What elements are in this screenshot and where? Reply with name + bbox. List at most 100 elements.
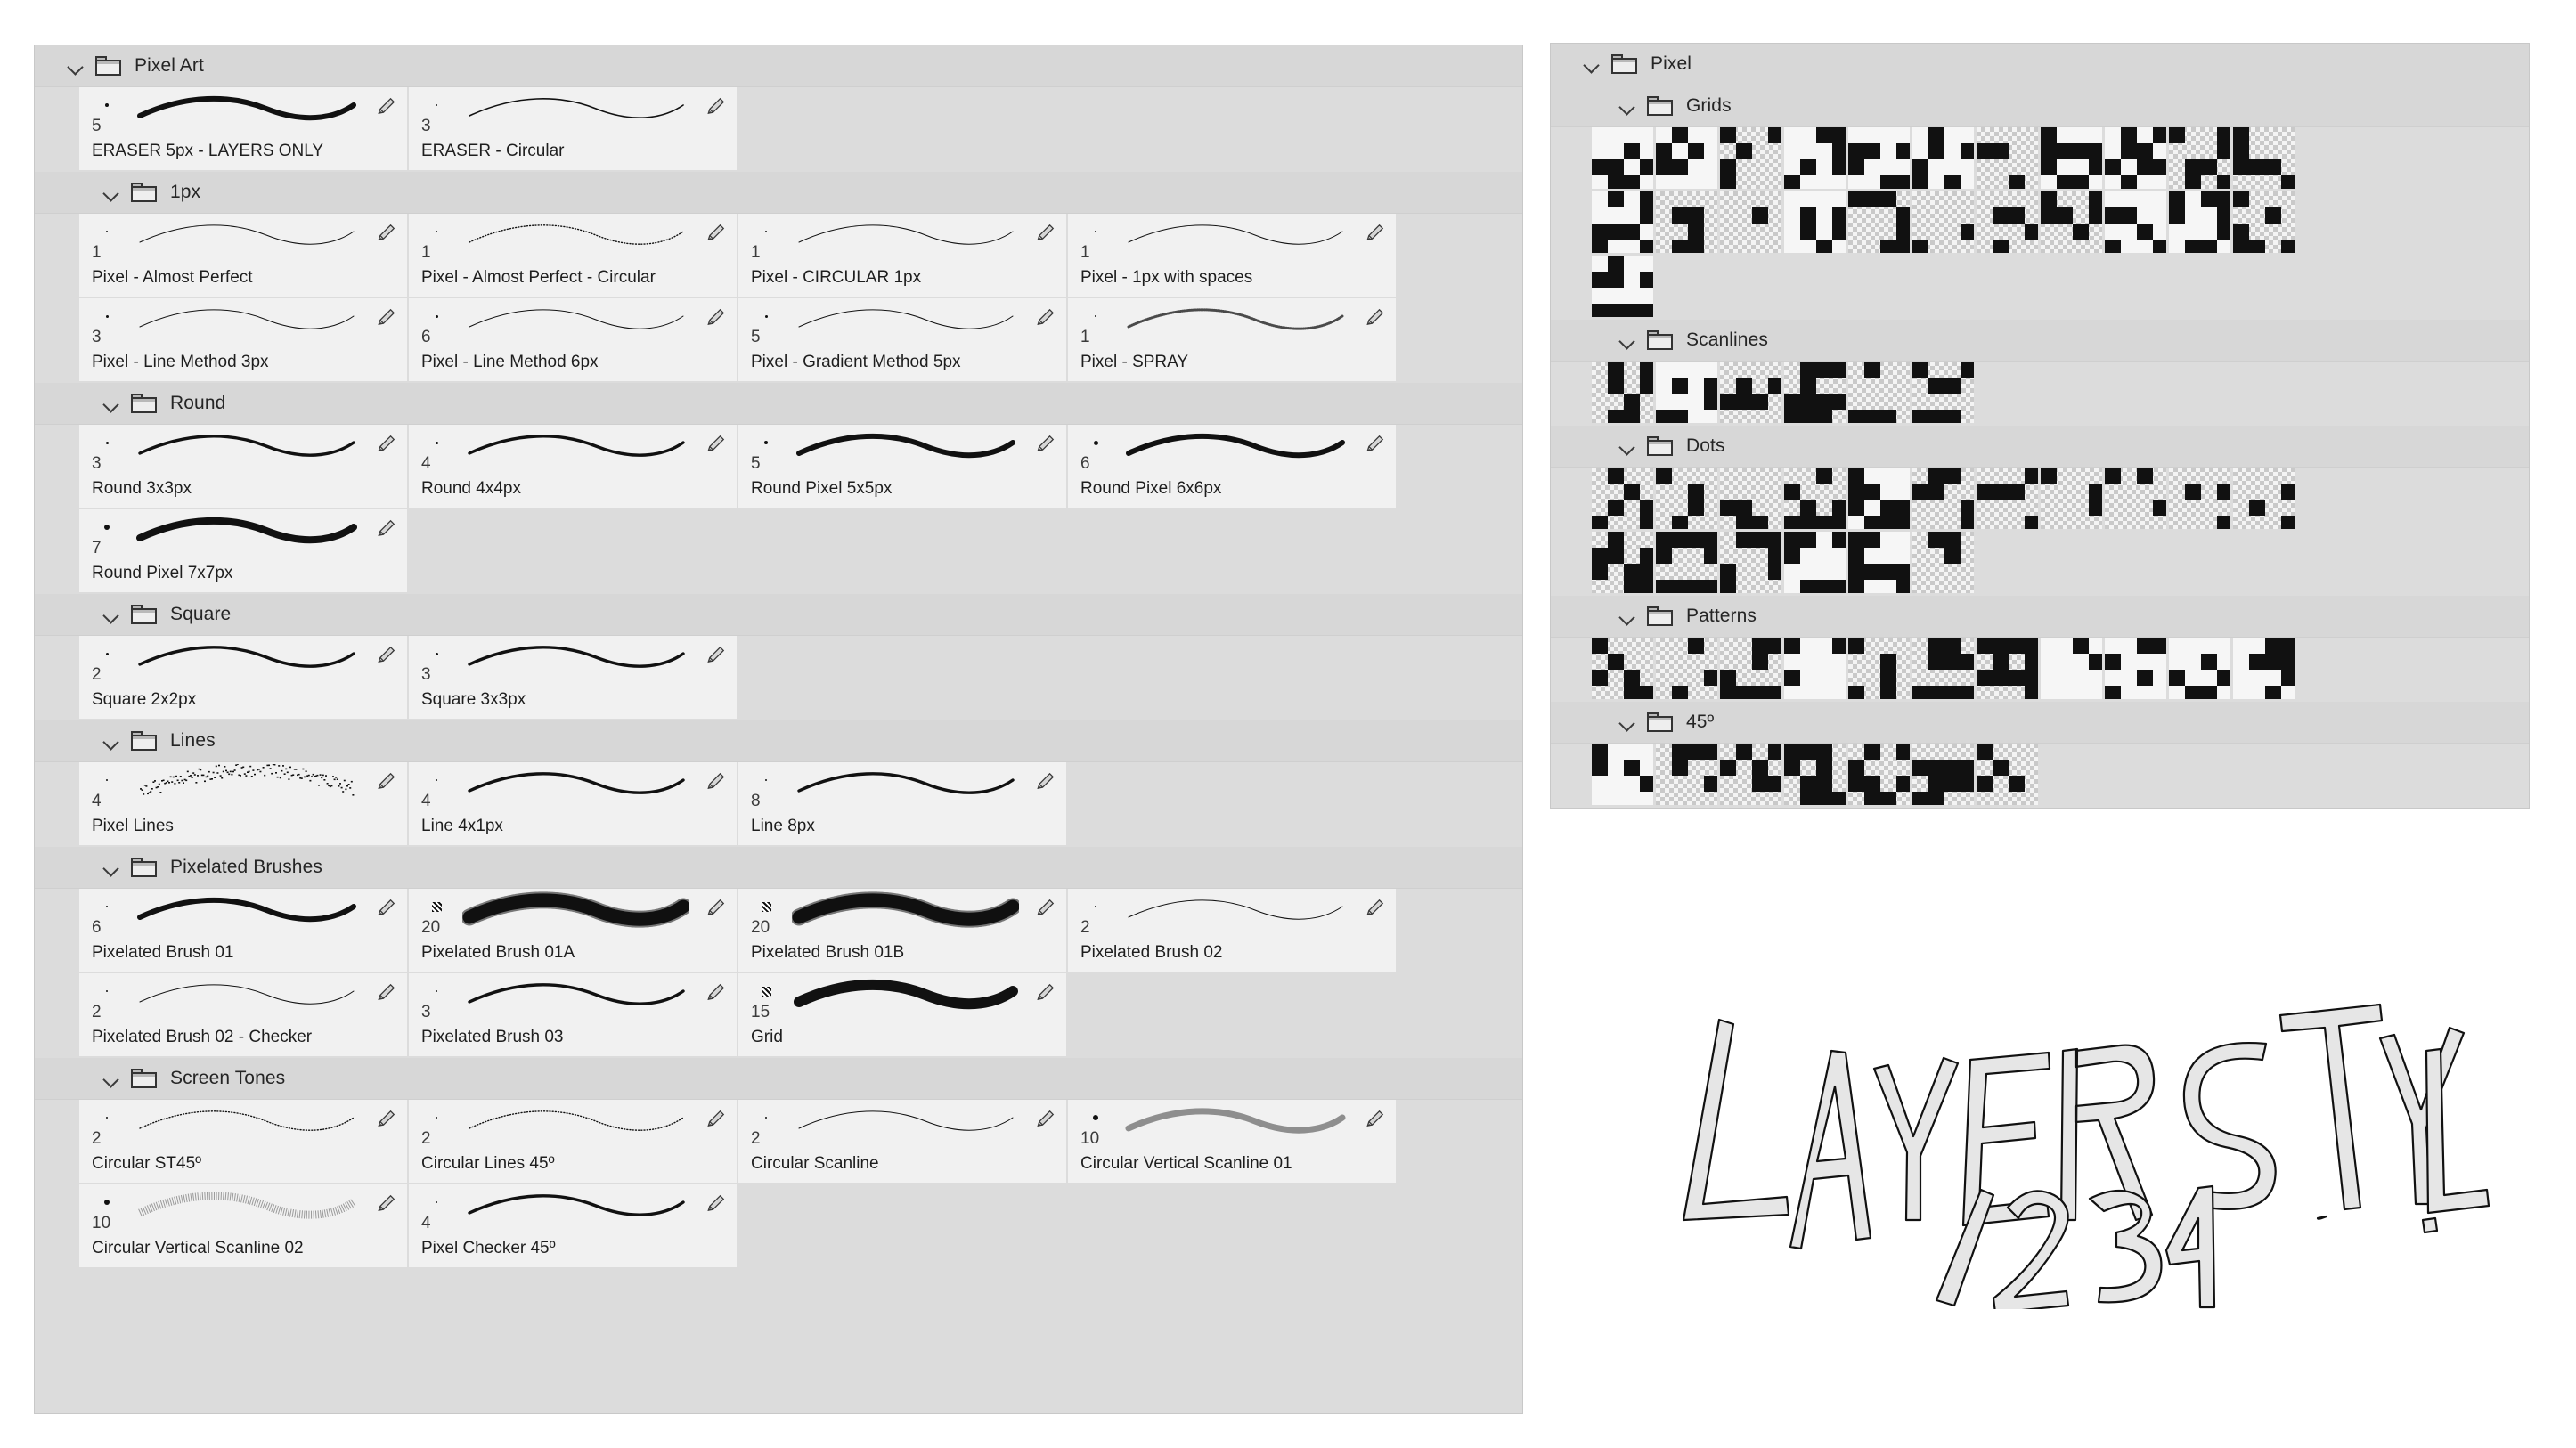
brush-preset-item[interactable]: 3 Round 3x3px (79, 425, 409, 509)
brush-preset-item[interactable]: 15 Grid (738, 973, 1068, 1058)
pattern-swatch[interactable] (1656, 468, 1720, 532)
edit-pencil-icon[interactable] (375, 432, 398, 455)
brush-preset-item[interactable]: 7 Round Pixel 7x7px (79, 509, 409, 594)
pattern-swatch[interactable] (1656, 532, 1720, 596)
edit-pencil-icon[interactable] (375, 517, 398, 540)
edit-pencil-icon[interactable] (375, 1192, 398, 1215)
brush-preset-item[interactable]: 6 Round Pixel 6x6px (1068, 425, 1398, 509)
brush-preset-item[interactable]: 4 Line 4x1px (409, 762, 738, 847)
edit-pencil-icon[interactable] (1034, 432, 1057, 455)
pattern-swatch[interactable] (1912, 127, 1977, 191)
edit-pencil-icon[interactable] (705, 305, 728, 329)
brush-group-header-pixelated-brushes[interactable]: Pixelated Brushes (35, 847, 1522, 889)
chevron-down-icon[interactable] (102, 858, 122, 877)
pattern-swatch[interactable] (2233, 191, 2297, 256)
edit-pencil-icon[interactable] (705, 221, 728, 244)
pattern-swatch[interactable] (1720, 362, 1784, 426)
edit-pencil-icon[interactable] (375, 896, 398, 919)
edit-pencil-icon[interactable] (1034, 305, 1057, 329)
pattern-swatch[interactable] (1592, 468, 1656, 532)
edit-pencil-icon[interactable] (705, 769, 728, 793)
brush-preset-item[interactable]: 2 Circular Scanline (738, 1100, 1068, 1184)
pattern-swatch[interactable] (1912, 468, 1977, 532)
pattern-swatch[interactable] (2169, 638, 2233, 702)
brush-preset-item[interactable]: 5 Pixel - Gradient Method 5px (738, 298, 1068, 383)
pattern-swatch[interactable] (2105, 638, 2169, 702)
pattern-swatch[interactable] (2105, 127, 2169, 191)
pattern-swatch[interactable] (1848, 362, 1912, 426)
pattern-group-header-45º[interactable]: 45º (1551, 702, 2529, 744)
pattern-swatch[interactable] (1592, 744, 1656, 808)
pattern-swatch[interactable] (1720, 127, 1784, 191)
edit-pencil-icon[interactable] (705, 896, 728, 919)
edit-pencil-icon[interactable] (375, 305, 398, 329)
edit-pencil-icon[interactable] (1034, 1107, 1057, 1130)
pattern-swatch[interactable] (1592, 191, 1656, 256)
pattern-swatch[interactable] (1656, 191, 1720, 256)
brush-preset-item[interactable]: 2 Circular ST45º (79, 1100, 409, 1184)
pattern-swatch[interactable] (1656, 638, 1720, 702)
pattern-swatch[interactable] (1592, 362, 1656, 426)
pattern-swatch[interactable] (1592, 256, 1656, 320)
edit-pencil-icon[interactable] (1034, 980, 1057, 1004)
pattern-swatch[interactable] (1848, 468, 1912, 532)
edit-pencil-icon[interactable] (1364, 432, 1387, 455)
brush-preset-item[interactable]: 10 Circular Vertical Scanline 01 (1068, 1100, 1398, 1184)
pattern-swatch[interactable] (2233, 638, 2297, 702)
pattern-swatch[interactable] (1848, 638, 1912, 702)
chevron-down-icon[interactable] (102, 394, 122, 413)
chevron-down-icon[interactable] (1618, 712, 1638, 732)
brush-preset-item[interactable]: 3 ERASER - Circular (409, 87, 738, 172)
pattern-swatch[interactable] (1977, 127, 2041, 191)
edit-pencil-icon[interactable] (705, 643, 728, 666)
edit-pencil-icon[interactable] (375, 769, 398, 793)
brush-group-header-round[interactable]: Round (35, 383, 1522, 425)
pattern-swatch[interactable] (2169, 127, 2233, 191)
brush-preset-item[interactable]: 1 Pixel - Almost Perfect - Circular (409, 214, 738, 298)
chevron-down-icon[interactable] (67, 56, 86, 76)
edit-pencil-icon[interactable] (1364, 305, 1387, 329)
brush-preset-item[interactable]: 2 Square 2x2px (79, 636, 409, 720)
edit-pencil-icon[interactable] (705, 432, 728, 455)
pattern-swatch[interactable] (2233, 127, 2297, 191)
edit-pencil-icon[interactable] (705, 1192, 728, 1215)
edit-pencil-icon[interactable] (1364, 896, 1387, 919)
pattern-swatch[interactable] (1848, 191, 1912, 256)
pattern-swatch[interactable] (2041, 638, 2105, 702)
brush-preset-item[interactable]: 1 Pixel - SPRAY (1068, 298, 1398, 383)
brush-preset-item[interactable]: 4 Pixel Lines (79, 762, 409, 847)
pattern-swatch[interactable] (1784, 127, 1848, 191)
brush-preset-item[interactable]: 5 Round Pixel 5x5px (738, 425, 1068, 509)
brush-group-header-square[interactable]: Square (35, 594, 1522, 636)
brush-group-header-pixel-art[interactable]: Pixel Art (35, 45, 1522, 87)
chevron-down-icon[interactable] (102, 731, 122, 751)
brush-presets-panel[interactable]: Pixel Art 5 ERASER 5px - LAYERS ONLY 3 ERASE… (34, 45, 1523, 1414)
edit-pencil-icon[interactable] (705, 980, 728, 1004)
chevron-down-icon[interactable] (1618, 96, 1638, 116)
pattern-group-header-grids[interactable]: Grids (1551, 85, 2529, 127)
pattern-swatch[interactable] (1592, 638, 1656, 702)
edit-pencil-icon[interactable] (375, 980, 398, 1004)
chevron-down-icon[interactable] (1583, 54, 1602, 74)
chevron-down-icon[interactable] (1618, 330, 1638, 350)
brush-preset-item[interactable]: 3 Square 3x3px (409, 636, 738, 720)
pattern-swatch[interactable] (2041, 191, 2105, 256)
pattern-swatch[interactable] (1848, 744, 1912, 808)
pattern-group-header-patterns[interactable]: Patterns (1551, 596, 2529, 638)
pattern-swatch[interactable] (1720, 468, 1784, 532)
pattern-swatch[interactable] (1977, 468, 2041, 532)
pattern-swatch[interactable] (1656, 362, 1720, 426)
pattern-swatch[interactable] (2041, 127, 2105, 191)
edit-pencil-icon[interactable] (705, 1107, 728, 1130)
pattern-swatch[interactable] (1720, 638, 1784, 702)
edit-pencil-icon[interactable] (1034, 221, 1057, 244)
brush-group-header-lines[interactable]: Lines (35, 720, 1522, 762)
edit-pencil-icon[interactable] (375, 94, 398, 118)
brush-preset-item[interactable]: 6 Pixelated Brush 01 (79, 889, 409, 973)
chevron-down-icon[interactable] (102, 1069, 122, 1088)
brush-preset-item[interactable]: 20 Pixelated Brush 01B (738, 889, 1068, 973)
pattern-swatch[interactable] (1848, 127, 1912, 191)
pattern-swatch[interactable] (2169, 468, 2233, 532)
pattern-swatch[interactable] (1784, 532, 1848, 596)
pattern-swatch[interactable] (1656, 127, 1720, 191)
